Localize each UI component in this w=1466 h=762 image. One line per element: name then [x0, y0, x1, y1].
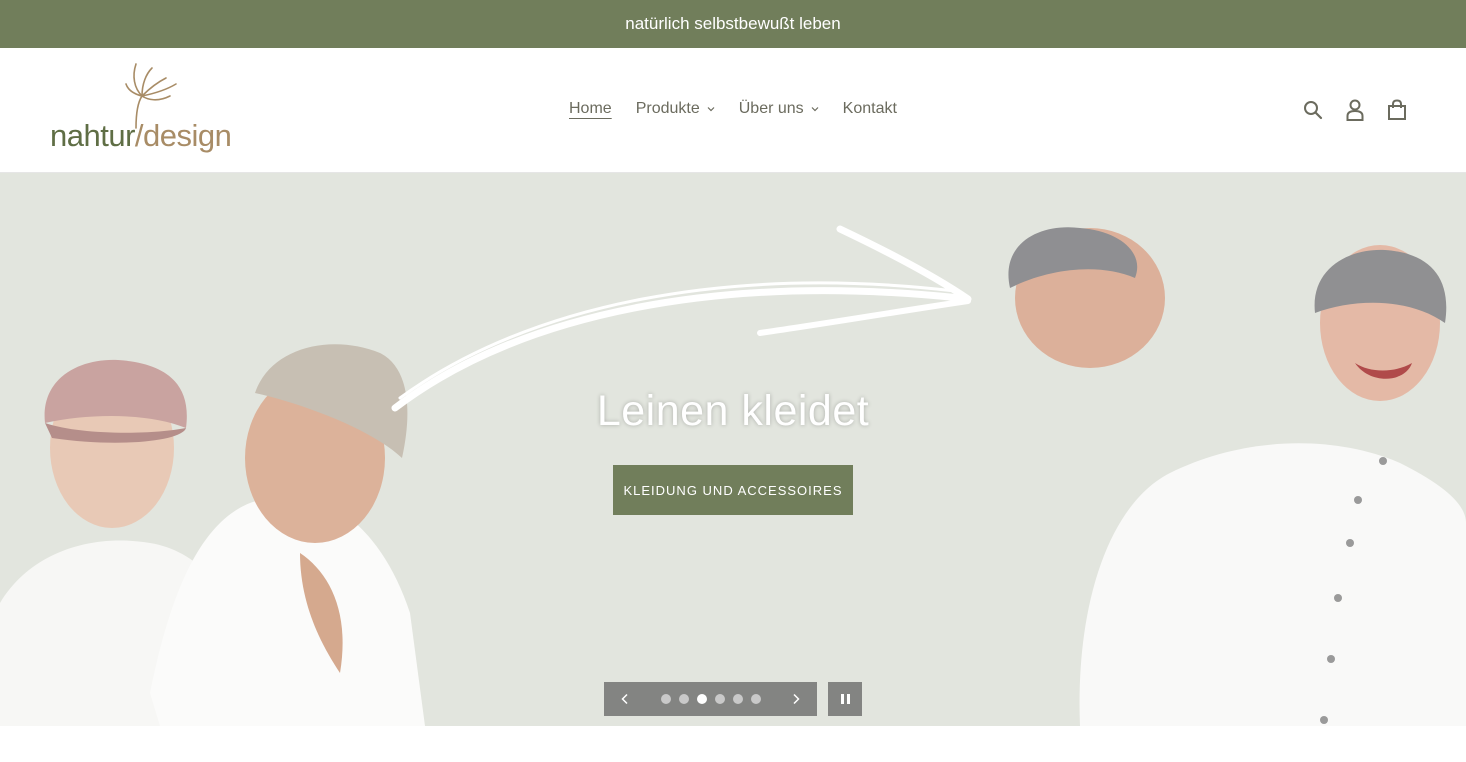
- arrow-illustration: [391, 225, 972, 412]
- main-nav: Home Produkte Über uns Kontakt: [569, 100, 897, 118]
- announcement-text: natürlich selbstbewußt leben: [625, 14, 841, 33]
- slide-dot-6[interactable]: [750, 694, 761, 704]
- account-icon[interactable]: [1344, 98, 1366, 122]
- hero-title: Leinen kleidet: [596, 387, 870, 435]
- chevron-left-icon: [621, 693, 628, 705]
- nav-item-home[interactable]: Home: [569, 100, 612, 118]
- pause-icon: [840, 694, 844, 704]
- hero-image: [0, 225, 1466, 726]
- search-icon[interactable]: [1302, 98, 1324, 122]
- cart-icon[interactable]: [1386, 98, 1408, 122]
- nav-item-kontakt[interactable]: Kontakt: [843, 100, 897, 118]
- logo-part-1: nahtur: [50, 118, 135, 153]
- chevron-down-icon: [707, 107, 715, 112]
- logo-wordmark: nahtur/design: [50, 118, 232, 154]
- announcement-bar: natürlich selbstbewußt leben: [0, 0, 1466, 48]
- nav-item-produkte[interactable]: Produkte: [636, 100, 715, 118]
- site-header: nahtur/design Home Produkte Über uns Kon…: [0, 48, 1466, 173]
- shop-clothing-button[interactable]: KLEIDUNG UND ACCESSOIRES: [613, 465, 853, 515]
- slide-dot-4[interactable]: [714, 694, 725, 704]
- next-slide-button[interactable]: [775, 682, 817, 716]
- logo-separator: /: [134, 118, 144, 153]
- slide-dot-2[interactable]: [678, 694, 689, 704]
- slide-dot-5[interactable]: [732, 694, 743, 704]
- chevron-right-icon: [793, 693, 800, 705]
- previous-slide-button[interactable]: [604, 682, 646, 716]
- nav-item-ueber-uns[interactable]: Über uns: [739, 100, 819, 118]
- slide-dots: [646, 694, 775, 704]
- slideshow-controls: [604, 682, 817, 716]
- slide-dot-3[interactable]: [696, 694, 707, 704]
- nav-label: Kontakt: [842, 100, 897, 117]
- hero-slideshow: Leinen kleidet KLEIDUNG UND ACCESSOIRES: [0, 173, 1466, 726]
- header-icons: [1302, 98, 1408, 122]
- slide-dot-1[interactable]: [660, 694, 671, 704]
- pause-icon: [846, 694, 850, 704]
- logo-part-2: design: [143, 118, 232, 153]
- pause-slideshow-button[interactable]: [828, 682, 862, 716]
- right-people-illustration: [1008, 227, 1466, 726]
- nav-label: Produkte: [635, 100, 700, 117]
- site-logo[interactable]: nahtur/design: [50, 62, 232, 162]
- nav-label: Über uns: [738, 100, 804, 117]
- chevron-down-icon: [811, 107, 819, 112]
- nav-label: Home: [569, 100, 612, 117]
